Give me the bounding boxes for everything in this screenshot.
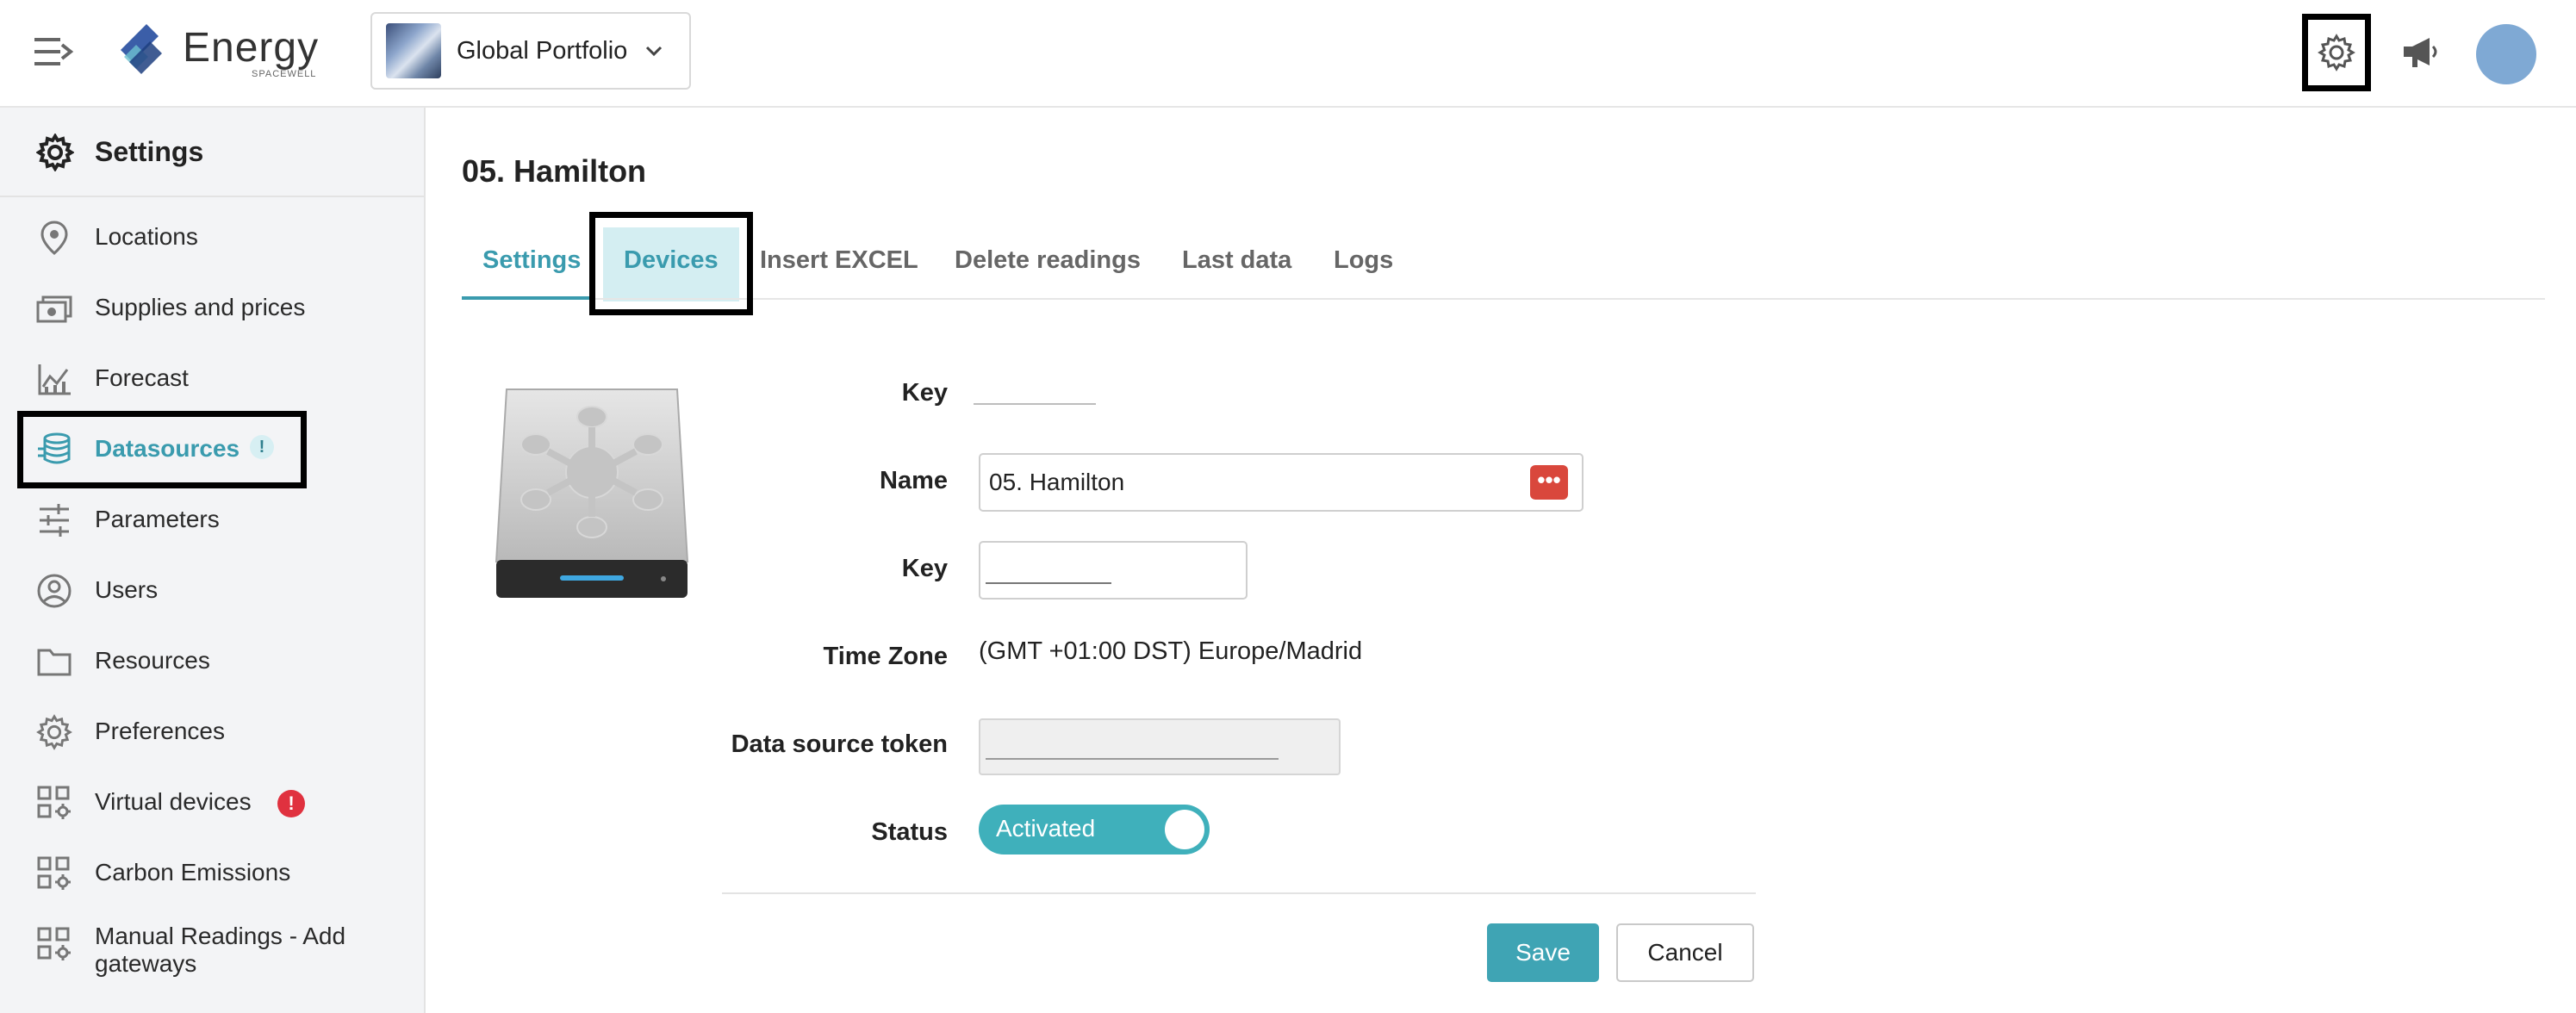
highlight-frame	[589, 212, 753, 315]
sidebar-item-supplies[interactable]: Supplies and prices	[0, 273, 424, 344]
sidebar-item-resources[interactable]: Resources	[0, 626, 424, 697]
cancel-button[interactable]: Cancel	[1616, 923, 1754, 982]
sidebar-title: Settings	[95, 136, 204, 167]
sidebar-item-users[interactable]: Users	[0, 556, 424, 626]
tab-last-data[interactable]: Last data	[1182, 246, 1291, 275]
sidebar-item-manual-readings[interactable]: Manual Readings - Add gateways	[0, 909, 424, 995]
user-circle-icon	[37, 574, 72, 608]
sidebar-item-label: Datasources	[95, 435, 240, 462]
tab-delete-readings[interactable]: Delete readings	[955, 246, 1141, 275]
megaphone-icon[interactable]	[2400, 33, 2440, 72]
sidebar-item-datasources[interactable]: Datasources !	[0, 414, 424, 485]
sidebar-item-label: Parameters	[95, 506, 220, 532]
grid-gear-icon	[37, 927, 71, 960]
timezone-label: Time Zone	[823, 643, 949, 670]
sidebar-item-label: Manual Readings - Add gateways	[95, 923, 346, 977]
sidebar-item-label: Forecast	[95, 364, 189, 391]
tab-settings[interactable]: Settings	[482, 246, 581, 275]
logo-mark-icon	[121, 24, 162, 74]
location-pin-icon	[40, 221, 68, 255]
gear-icon	[36, 714, 72, 750]
chevron-down-icon	[646, 46, 663, 57]
grid-gear-icon	[37, 856, 71, 890]
logo-subtext: SPACEWELL	[252, 69, 317, 79]
chart-icon	[38, 364, 71, 395]
energy-logo[interactable]: Energy SPACEWELL	[107, 19, 331, 88]
more-options-button[interactable]: •••	[1530, 465, 1568, 500]
sidebar-item-preferences[interactable]: Preferences	[0, 697, 424, 768]
key-field[interactable]	[979, 541, 1248, 600]
sliders-icon	[40, 504, 69, 537]
alert-badge: !	[277, 790, 305, 817]
sidebar-item-label: Users	[95, 576, 159, 603]
token-field-underline	[986, 758, 1279, 760]
page-title: 05. Hamilton	[462, 153, 647, 189]
sidebar-item-label: Carbon Emissions	[95, 859, 291, 886]
key-field-underline	[986, 582, 1111, 584]
portfolio-thumbnail	[386, 23, 441, 78]
status-label: Status	[871, 818, 948, 846]
gear-icon	[36, 134, 74, 171]
sidebar-item-virtual-devices[interactable]: Virtual devices !	[0, 768, 424, 838]
toggle-knob	[1165, 810, 1204, 849]
sidebar-item-parameters[interactable]: Parameters	[0, 485, 424, 556]
menu-icon[interactable]	[34, 36, 74, 67]
key-value	[974, 384, 1096, 405]
sidebar-item-label: Resources	[95, 647, 210, 674]
info-badge: !	[250, 435, 274, 459]
status-toggle-label: Activated	[996, 815, 1096, 842]
sidebar-item-label: Locations	[95, 223, 198, 250]
token-label: Data source token	[731, 730, 948, 758]
name-field[interactable]	[979, 453, 1584, 512]
top-header: Energy SPACEWELL Global Portfolio	[0, 0, 2576, 108]
status-toggle[interactable]: Activated	[979, 805, 1210, 855]
token-field	[979, 718, 1341, 775]
sidebar-header: Settings	[0, 108, 424, 197]
sidebar-item-label: Preferences	[95, 718, 225, 744]
sidebar-item-label: Supplies and prices	[95, 294, 306, 320]
folder-icon	[37, 649, 72, 676]
logo-text: Energy	[183, 25, 320, 71]
key-label-2: Key	[901, 555, 948, 582]
gear-icon	[2318, 34, 2355, 71]
name-label: Name	[880, 467, 948, 494]
sidebar-item-label: Virtual devices	[95, 788, 252, 815]
active-tab-indicator	[462, 296, 593, 300]
tabs-divider	[462, 298, 2545, 300]
timezone-value: (GMT +01:00 DST) Europe/Madrid	[979, 637, 1363, 665]
tab-logs[interactable]: Logs	[1334, 246, 1393, 275]
money-icon	[36, 295, 72, 323]
settings-gear-button[interactable]	[2302, 14, 2371, 91]
key-label: Key	[901, 379, 948, 407]
database-icon	[38, 432, 71, 464]
sidebar-item-carbon-emissions[interactable]: Carbon Emissions	[0, 838, 424, 909]
grid-gear-icon	[37, 786, 71, 819]
save-button[interactable]: Save	[1487, 923, 1599, 982]
portfolio-selector[interactable]: Global Portfolio	[370, 12, 691, 90]
sidebar-item-locations[interactable]: Locations	[0, 202, 424, 273]
avatar[interactable]	[2476, 24, 2536, 84]
portfolio-label: Global Portfolio	[457, 36, 628, 65]
sidebar-item-forecast[interactable]: Forecast	[0, 344, 424, 414]
settings-sidebar: Settings Locations Supplies and prices F…	[0, 108, 426, 1013]
form-divider	[722, 892, 1756, 894]
tab-insert-excel[interactable]: Insert EXCEL	[760, 246, 918, 275]
